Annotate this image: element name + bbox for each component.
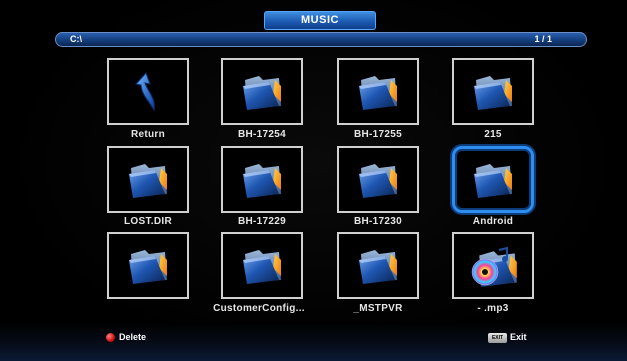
- grid-item-folder[interactable]: [107, 146, 189, 213]
- item-label: - .mp3: [477, 303, 509, 314]
- exit-hint[interactable]: Exit: [510, 332, 527, 342]
- grid-item-folder[interactable]: [337, 232, 419, 299]
- delete-hint[interactable]: Delete: [119, 332, 146, 342]
- return-arrow-icon: [135, 71, 155, 112]
- item-label: Return: [130, 129, 166, 140]
- grid-item-folder[interactable]: [452, 58, 534, 125]
- grid-item-folder[interactable]: [107, 232, 189, 299]
- current-path: C:\: [70, 34, 82, 44]
- folder-icon: [239, 246, 285, 286]
- folder-icon: [125, 160, 171, 200]
- path-bar: C:\ 1 / 1: [55, 32, 587, 47]
- grid-item-folder[interactable]: [337, 58, 419, 125]
- folder-icon: [355, 72, 401, 112]
- grid-item-folder[interactable]: [221, 58, 303, 125]
- item-label: BH-17254: [238, 129, 286, 140]
- item-label: _MSTPVR: [353, 303, 403, 314]
- footer-bar: [0, 322, 627, 361]
- grid-item-return[interactable]: [107, 58, 189, 125]
- exit-key-icon: EXIT: [488, 333, 507, 343]
- item-label: Android: [472, 216, 514, 227]
- folder-icon: [239, 160, 285, 200]
- folder-icon: [470, 160, 516, 200]
- page-title: MUSIC: [264, 11, 376, 30]
- item-label: LOST.DIR: [124, 216, 172, 227]
- folder-icon: [239, 72, 285, 112]
- item-label: BH-17229: [238, 216, 286, 227]
- folder-icon: [125, 246, 171, 286]
- grid-item-folder-selected[interactable]: [452, 146, 534, 213]
- red-button-icon: [106, 333, 115, 342]
- item-label: BH-17230: [354, 216, 402, 227]
- folder-icon: [355, 160, 401, 200]
- grid-item-folder[interactable]: [221, 146, 303, 213]
- grid-item-folder[interactable]: [337, 146, 419, 213]
- item-label: CustomerConfig...: [213, 303, 305, 314]
- grid-item-folder[interactable]: [221, 232, 303, 299]
- folder-icon: [470, 72, 516, 112]
- grid-item-music-file[interactable]: [452, 232, 534, 299]
- item-label: 215: [484, 129, 502, 140]
- page-indicator: 1 / 1: [534, 34, 552, 44]
- music-file-icon: [471, 246, 517, 288]
- item-label: BH-17255: [354, 129, 402, 140]
- folder-icon: [355, 246, 401, 286]
- media-browser-screen: MUSIC C:\ 1 / 1 Return BH-17254 BH-17255…: [0, 0, 627, 361]
